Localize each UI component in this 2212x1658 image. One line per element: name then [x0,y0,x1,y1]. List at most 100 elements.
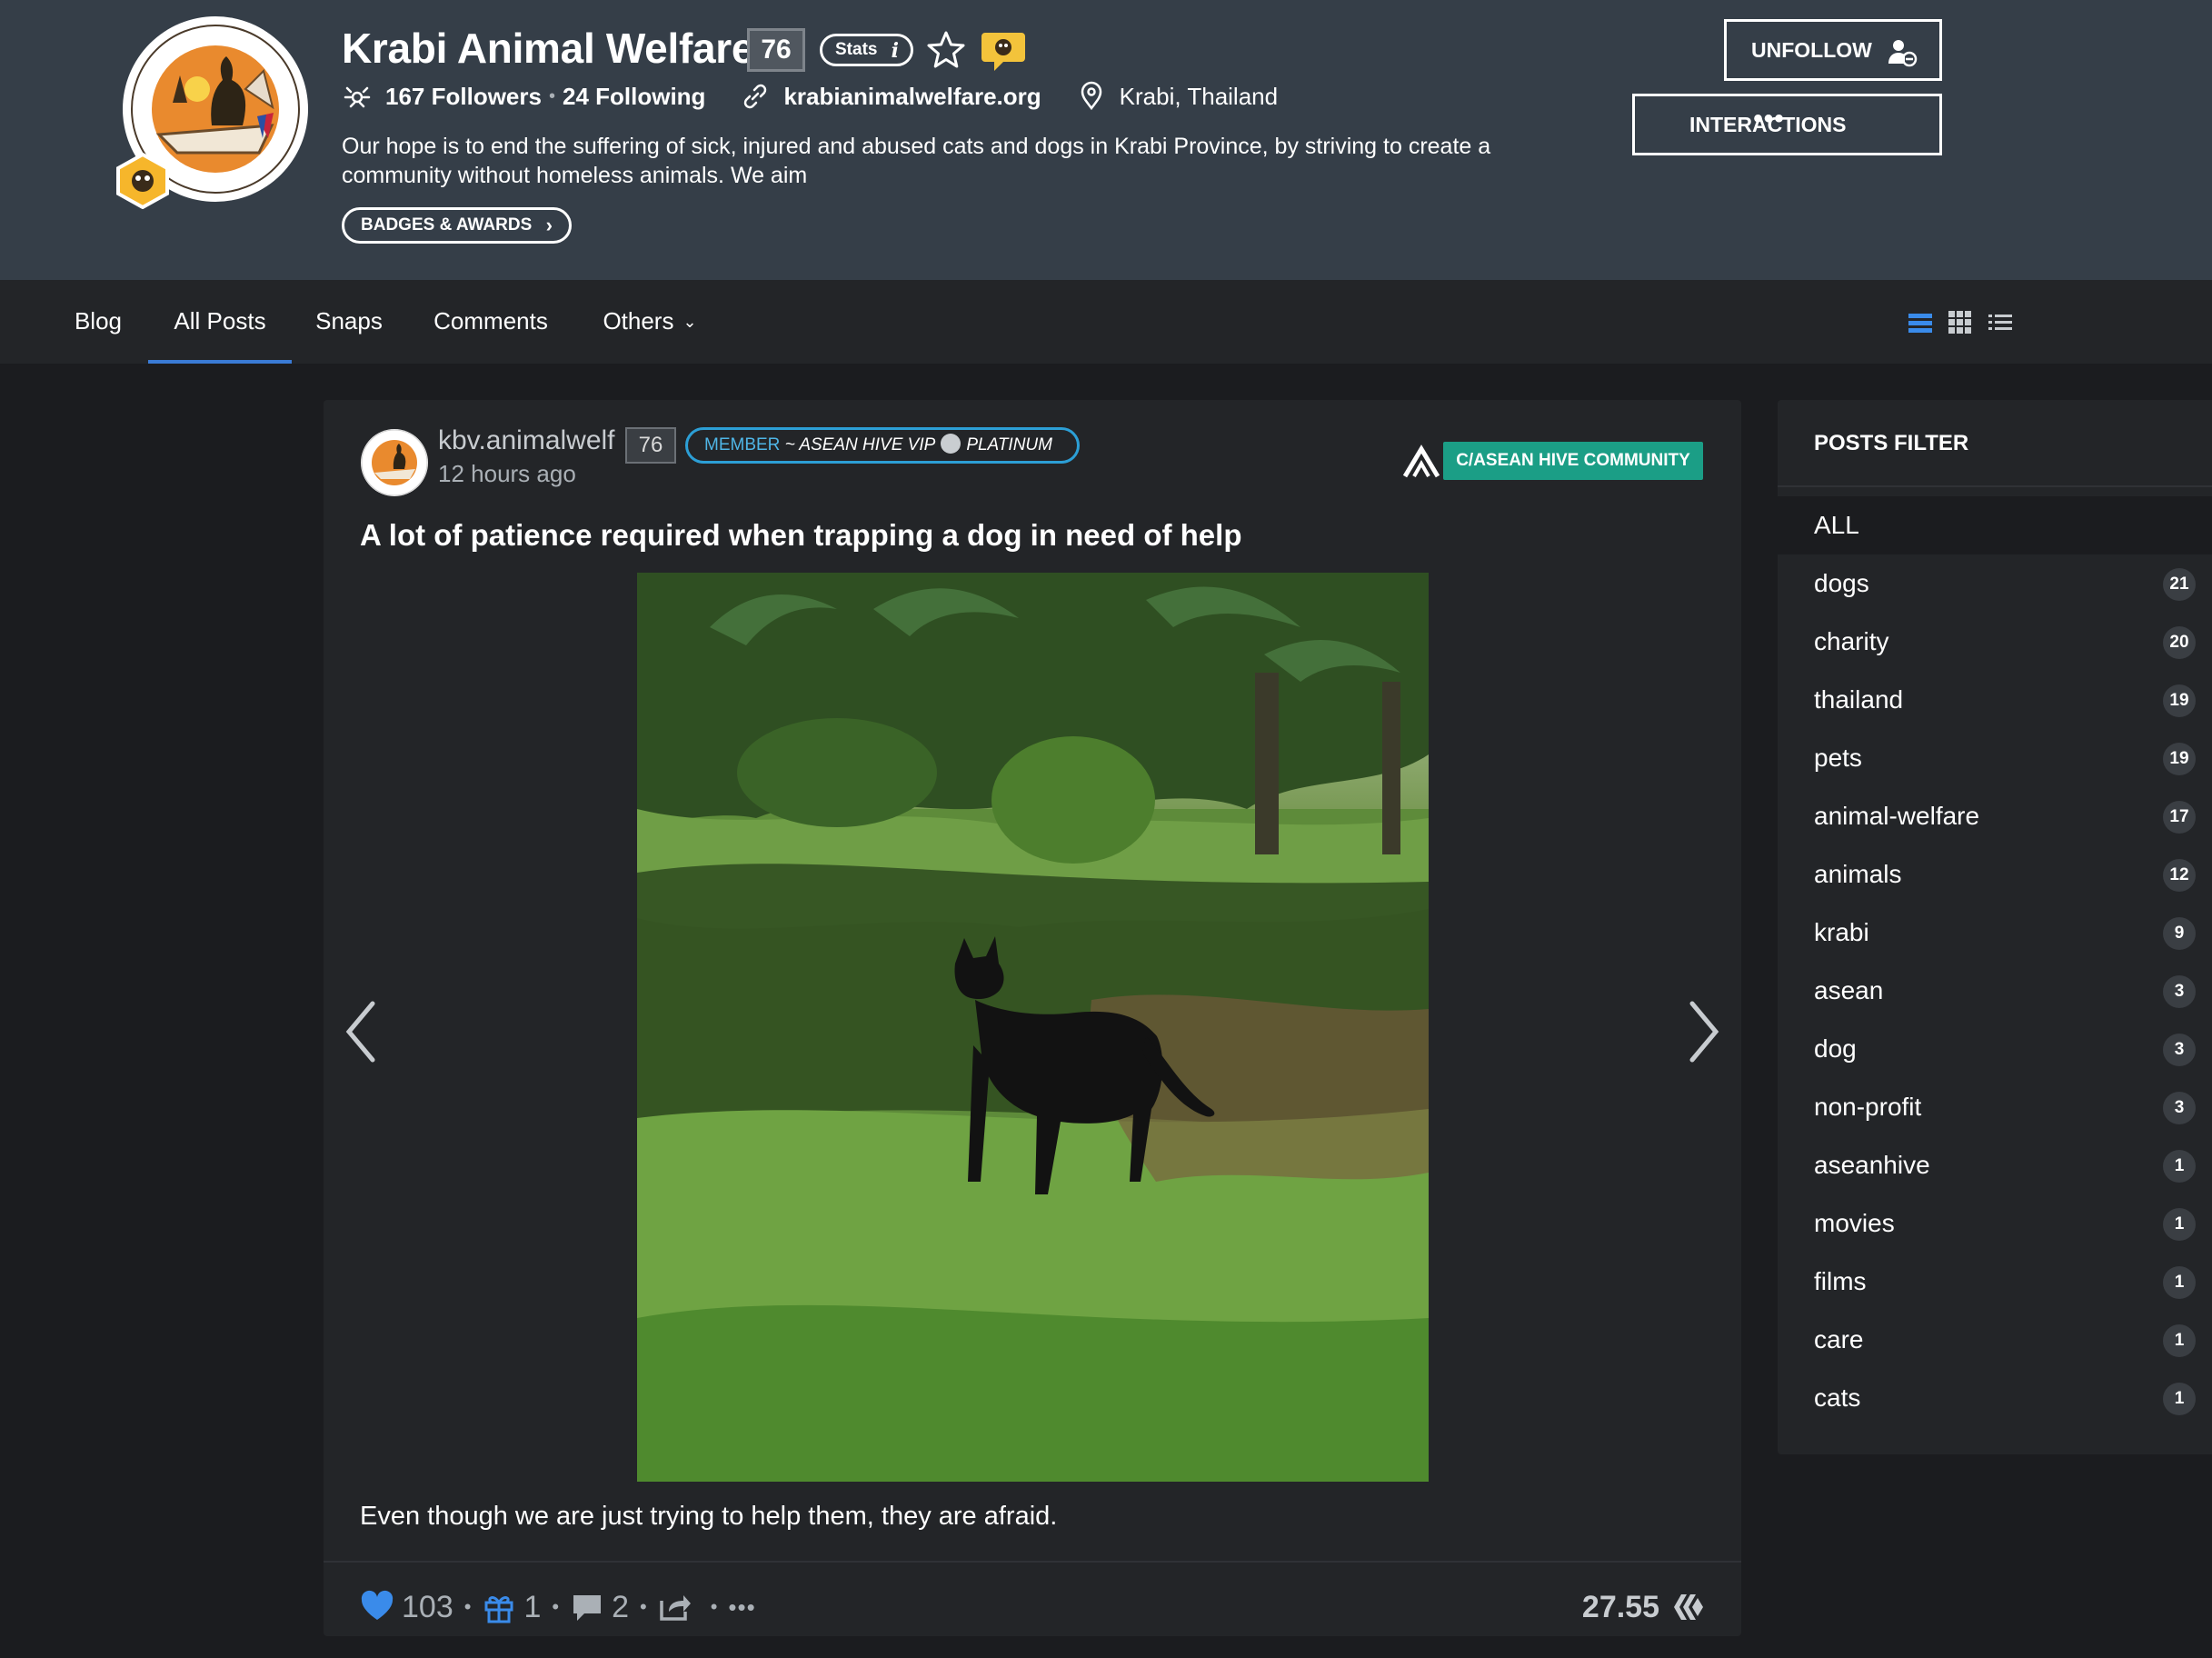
filter-item-count: 17 [2163,801,2196,834]
filter-item-count: 20 [2163,626,2196,659]
share-icon[interactable] [658,1590,692,1624]
community-tag[interactable]: C/ASEAN HIVE COMMUNITY [1443,442,1703,480]
chevron-down-icon: ⌄ [683,313,697,331]
filter-item-cats[interactable]: cats 1 [1778,1369,2212,1427]
filter-item-charity[interactable]: charity 20 [1778,613,2212,671]
tab-comments[interactable]: Comments [420,280,562,364]
filter-item-care[interactable]: care 1 [1778,1311,2212,1369]
location-text: Krabi, Thailand [1119,82,1279,110]
tab-others[interactable]: Others ⌄ [591,280,709,364]
filter-item-krabi[interactable]: krabi 9 [1778,904,2212,962]
upvote-heart-icon[interactable] [360,1590,394,1624]
profile-about: Our hope is to end the suffering of sick… [342,134,1491,188]
post-timestamp[interactable]: 12 hours ago [438,460,576,488]
user-remove-icon [1888,40,1918,67]
stats-button[interactable]: Stats i [820,34,913,66]
filter-item-count: 21 [2163,568,2196,601]
post-divider [324,1561,1741,1563]
filter-item-films[interactable]: films 1 [1778,1253,2212,1311]
carousel-prev-icon[interactable] [344,1000,380,1064]
profile-tabs: Blog All Posts Snaps Comments Others ⌄ [0,280,2212,364]
filter-item-label: dogs [1814,569,1869,597]
filter-item-asean[interactable]: asean 3 [1778,962,2212,1020]
community-logo-icon [1402,444,1440,478]
member-prefix: MEMBER [704,435,781,454]
comment-icon[interactable] [570,1590,604,1624]
filter-item-label: ALL [1814,511,1859,539]
filter-item-label: non-profit [1814,1093,1922,1121]
vote-count[interactable]: 103 [402,1590,453,1625]
footer-separator: • [710,1595,718,1618]
tab-blog[interactable]: Blog [56,280,140,364]
filter-item-animals[interactable]: animals 12 [1778,845,2212,904]
location-pin-icon [1081,81,1101,111]
post-payout[interactable]: 27.55 [1582,1582,1705,1633]
filter-item-animal-welfare[interactable]: animal-welfare 17 [1778,787,2212,845]
filter-item-movies[interactable]: movies 1 [1778,1194,2212,1253]
filter-item-label: care [1814,1325,1864,1353]
filter-item-count: 9 [2163,917,2196,950]
post-title[interactable]: A lot of patience required when trapping… [360,518,1242,553]
post-card: kbv.animalwelf 76 MEMBER ~ ASEAN HIVE VI… [324,400,1741,1636]
filter-divider [1778,485,2212,487]
filter-item-aseanhive[interactable]: aseanhive 1 [1778,1136,2212,1194]
favorite-star-icon[interactable] [925,29,967,71]
filter-item-label: cats [1814,1383,1861,1412]
filter-item-count: 3 [2163,1034,2196,1066]
profile-header: Krabi Animal Welfare 76 Stats i 167 Foll… [0,0,2212,280]
gift-count[interactable]: 1 [523,1590,541,1625]
link-icon [744,84,767,109]
following-count[interactable]: 24 Following [563,83,705,111]
interactions-button[interactable]: INTERACTIONS ••• [1632,94,1942,155]
hive-logo-icon [1674,1594,1703,1620]
view-mode-switcher [1907,309,2014,336]
chat-bubble-icon[interactable] [980,27,1027,73]
filter-item-dogs[interactable]: dogs 21 [1778,554,2212,613]
compact-list-icon[interactable] [1987,309,2014,336]
chevron-right-icon: › [545,214,553,236]
footer-separator: • [463,1595,472,1618]
tab-snaps[interactable]: Snaps [300,280,398,364]
filter-item-label: thailand [1814,685,1904,714]
filter-item-pets[interactable]: pets 19 [1778,729,2212,787]
filter-item-label: pets [1814,744,1862,772]
info-icon: i [891,39,899,63]
filter-item-thailand[interactable]: thailand 19 [1778,671,2212,729]
followers-count[interactable]: 167 Followers [385,83,542,111]
filter-item-count: 1 [2163,1266,2196,1299]
profile-meta: 167 Followers • 24 Following krabianimal… [342,78,1278,115]
comment-count[interactable]: 2 [612,1590,629,1625]
filter-item-ALL[interactable]: ALL [1778,496,2212,554]
unfollow-button[interactable]: UNFOLLOW [1724,19,1942,81]
filter-item-non-profit[interactable]: non-profit 3 [1778,1078,2212,1136]
footer-separator: • [552,1595,560,1618]
badges-awards-button[interactable]: BADGES & AWARDS › [342,207,572,244]
unfollow-label: UNFOLLOW [1751,38,1872,62]
filter-item-label: krabi [1814,918,1869,946]
filter-item-label: animal-welfare [1814,802,1980,830]
post-author-avatar[interactable] [361,429,428,496]
tab-all-posts[interactable]: All Posts [148,280,292,364]
list-view-icon[interactable] [1907,309,1934,336]
more-options-icon[interactable]: ••• [728,1593,755,1622]
carousel-next-icon[interactable] [1685,1000,1721,1064]
meta-separator: • [548,85,555,106]
post-author-name[interactable]: kbv.animalwelf [438,425,615,456]
filter-item-count: 1 [2163,1208,2196,1241]
grid-view-icon[interactable] [1947,309,1974,336]
filter-item-count: 19 [2163,684,2196,717]
post-image [637,573,1429,1482]
filter-item-label: animals [1814,860,1902,888]
tab-others-label: Others [603,307,674,335]
filter-item-dog[interactable]: dog 3 [1778,1020,2212,1078]
member-text: ~ ASEAN HIVE VIP [784,435,936,454]
footer-separator: • [639,1595,647,1618]
gift-icon[interactable] [482,1590,516,1624]
community-role-badge: MEMBER ~ ASEAN HIVE VIP PLATINUM [685,427,1080,464]
filter-item-count: 1 [2163,1383,2196,1415]
website-link[interactable]: krabianimalwelfare.org [783,83,1041,111]
filter-item-label: aseanhive [1814,1151,1930,1179]
reputation-badge: 76 [747,28,805,72]
image-carousel[interactable] [637,573,1429,1482]
post-excerpt[interactable]: Even though we are just trying to help t… [360,1502,1057,1532]
